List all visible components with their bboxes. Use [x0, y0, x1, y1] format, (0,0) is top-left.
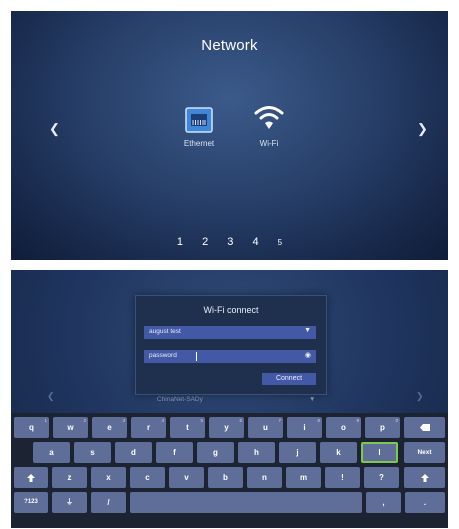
password-placeholder: password	[149, 352, 177, 359]
key-char: i	[303, 423, 306, 432]
page-number[interactable]: 2	[202, 236, 208, 248]
connect-button[interactable]: Connect	[262, 373, 316, 385]
shift-icon	[27, 473, 35, 482]
show-password-icon[interactable]: ◉	[305, 351, 311, 359]
key-alt: 8	[317, 418, 320, 423]
key-m[interactable]: m	[286, 467, 321, 488]
next-key[interactable]: Next	[404, 442, 445, 463]
page-number[interactable]: 1	[177, 236, 183, 248]
key-d[interactable]: d	[115, 442, 152, 463]
page-number[interactable]: 4	[252, 236, 258, 248]
key-char: t	[186, 423, 189, 432]
key-question[interactable]: ?	[364, 467, 399, 488]
key-v[interactable]: v	[169, 467, 204, 488]
on-screen-keyboard: q1 w2 e3 r4 t5 y6 u7 i8 o9 p0 a s d f g …	[11, 413, 448, 528]
background-network-name: ChinaNet-SADy	[157, 396, 203, 403]
key-char: u	[263, 423, 268, 432]
wifi-connect-screen: ❮ ❯ Wi-Fi connect august test ▼ password…	[11, 270, 448, 528]
key-exclamation[interactable]: !	[325, 467, 360, 488]
key-alt: 9	[356, 418, 359, 423]
key-alt: 4	[161, 418, 164, 423]
key-c[interactable]: c	[130, 467, 165, 488]
key-alt: 2	[83, 418, 86, 423]
ethernet-port-icon	[185, 107, 213, 133]
ethernet-label: Ethernet	[183, 139, 215, 148]
key-alt: 3	[122, 418, 125, 423]
wifi-label: Wi-Fi	[259, 139, 279, 148]
key-alt: 5	[200, 418, 203, 423]
key-t[interactable]: t5	[170, 417, 205, 438]
key-char: y	[224, 423, 229, 432]
space-key[interactable]	[130, 492, 362, 513]
shift-icon	[420, 473, 429, 482]
key-a[interactable]: a	[33, 442, 70, 463]
key-s[interactable]: s	[74, 442, 111, 463]
key-y[interactable]: y6	[209, 417, 244, 438]
key-o[interactable]: o9	[326, 417, 361, 438]
dialog-title: Wi-Fi connect	[203, 305, 259, 315]
page-number[interactable]: 3	[227, 236, 233, 248]
wifi-icon	[254, 106, 284, 129]
key-r[interactable]: r4	[131, 417, 166, 438]
network-screen: Network ❮ ❯ Ethernet Wi-Fi 1 2 3 4 5	[11, 11, 448, 260]
password-field[interactable]: password ◉	[144, 350, 316, 363]
key-b[interactable]: b	[208, 467, 243, 488]
microphone-icon[interactable]: ⏚	[52, 492, 87, 513]
text-cursor	[196, 352, 197, 361]
key-p[interactable]: p0	[365, 417, 400, 438]
wifi-lock-icon: ▼	[304, 327, 311, 334]
key-n[interactable]: n	[247, 467, 282, 488]
key-e[interactable]: e3	[92, 417, 127, 438]
wifi-connect-dialog: Wi-Fi connect august test ▼ password ◉ C…	[135, 295, 327, 395]
key-char: o	[341, 423, 346, 432]
key-k[interactable]: k	[320, 442, 357, 463]
key-q[interactable]: q1	[14, 417, 49, 438]
key-char: p	[380, 423, 385, 432]
key-char: r	[146, 423, 151, 432]
key-x[interactable]: x	[91, 467, 126, 488]
chevron-left-icon[interactable]: ❮	[49, 121, 60, 137]
option-ethernet[interactable]	[185, 107, 213, 133]
key-char: e	[107, 423, 112, 432]
page-title: Network	[201, 37, 258, 54]
key-char: w	[67, 423, 74, 432]
key-z[interactable]: z	[52, 467, 87, 488]
key-alt: 0	[395, 418, 398, 423]
shift-key-left[interactable]	[14, 467, 48, 488]
key-alt: 7	[278, 418, 281, 423]
key-j[interactable]: j	[279, 442, 316, 463]
shift-key-right[interactable]	[404, 467, 445, 488]
key-comma[interactable]: ,	[366, 492, 401, 513]
key-alt: 6	[239, 418, 242, 423]
option-wifi[interactable]	[253, 103, 285, 133]
key-l[interactable]: l	[361, 442, 398, 463]
key-h[interactable]: h	[238, 442, 275, 463]
page-indicator: 1 2 3 4 5	[11, 236, 448, 248]
backspace-icon	[419, 424, 430, 432]
ssid-field[interactable]: august test ▼	[144, 326, 316, 339]
wifi-signal-icon: ▼	[309, 396, 316, 403]
key-alt: 1	[44, 418, 47, 423]
chevron-left-icon[interactable]: ❮	[47, 391, 55, 402]
ssid-value: august test	[149, 328, 181, 335]
key-period[interactable]: .	[405, 492, 445, 513]
key-g[interactable]: g	[197, 442, 234, 463]
key-f[interactable]: f	[156, 442, 193, 463]
key-i[interactable]: i8	[287, 417, 322, 438]
backspace-key[interactable]	[404, 417, 445, 438]
page-number[interactable]: 5	[278, 238, 282, 247]
key-w[interactable]: w2	[53, 417, 88, 438]
symbols-key[interactable]: ?123	[14, 492, 48, 513]
chevron-right-icon[interactable]: ❯	[416, 391, 424, 402]
key-u[interactable]: u7	[248, 417, 283, 438]
chevron-right-icon[interactable]: ❯	[417, 121, 428, 137]
key-slash[interactable]: /	[91, 492, 126, 513]
key-char: q	[29, 423, 34, 432]
